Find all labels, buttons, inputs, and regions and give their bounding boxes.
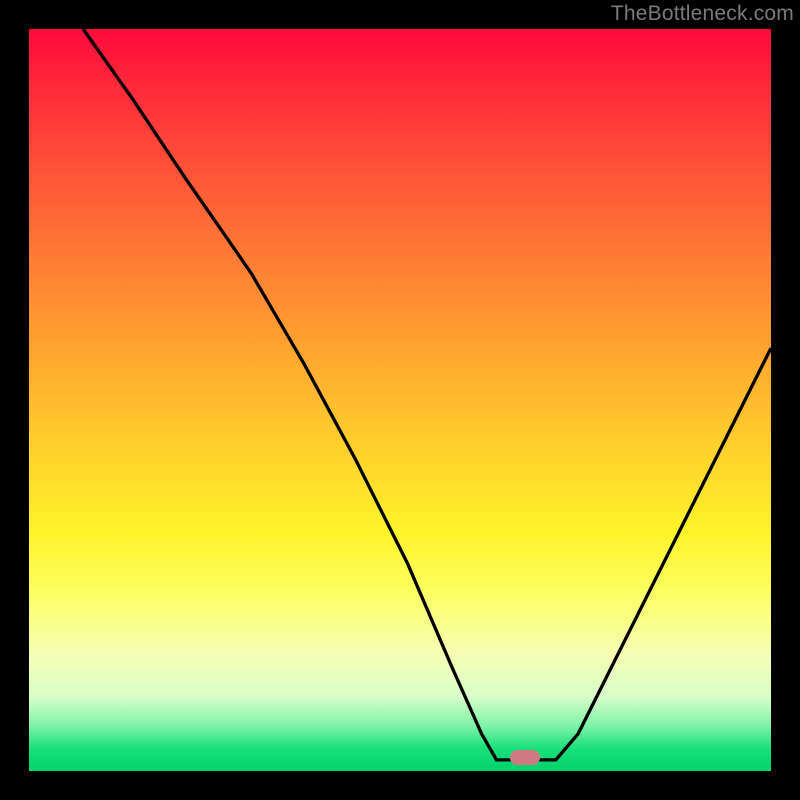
chart-marker	[510, 750, 540, 765]
chart-curve-svg	[29, 29, 771, 771]
chart-plot-area	[29, 29, 771, 771]
chart-outer-frame: TheBottleneck.com	[0, 0, 800, 800]
chart-curve	[83, 29, 771, 760]
watermark-text: TheBottleneck.com	[611, 2, 794, 26]
